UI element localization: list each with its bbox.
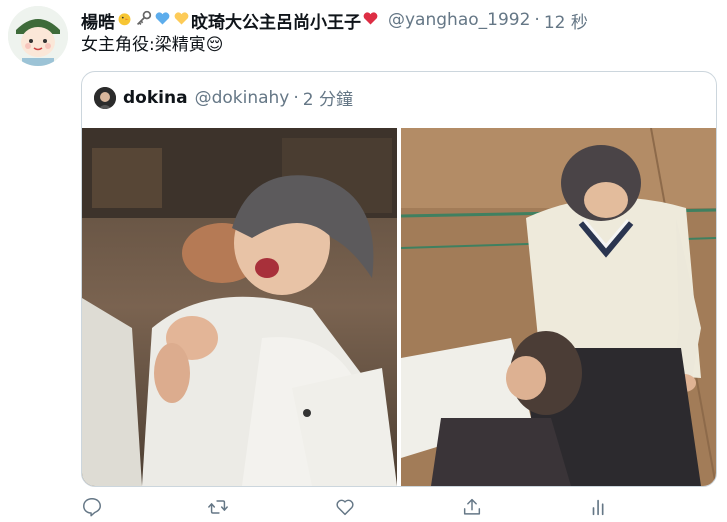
quoted-timestamp: 2 分鐘	[302, 90, 353, 110]
tweet-text: 女主角役:梁精寅😌	[81, 35, 224, 55]
quoted-handle: @dokinahy	[194, 87, 290, 108]
separator-dot: ·	[534, 10, 540, 30]
tweet-timestamp[interactable]: 12 秒	[544, 8, 588, 33]
quoted-display-name: dokina	[123, 87, 188, 108]
quoted-tweet[interactable]: dokina @dokinahy · 2 分鐘	[81, 71, 717, 487]
action-bar	[0, 496, 727, 522]
red-heart-icon	[362, 10, 379, 31]
photo-hug[interactable]	[82, 128, 397, 486]
photo-gym-floor[interactable]	[401, 128, 716, 486]
analytics-icon[interactable]	[588, 496, 612, 520]
share-icon[interactable]	[461, 496, 485, 520]
quoted-separator-dot: ·	[293, 87, 299, 108]
yellow-heart-icon	[173, 10, 190, 31]
retweet-icon[interactable]	[207, 496, 231, 520]
tweet-header: 楊晧 旼琦大公主呂尚小王子 @yanghao_1992 · 12 秒	[81, 8, 588, 33]
quoted-tweet-header: dokina @dokinahy · 2 分鐘	[94, 85, 353, 110]
key-icon	[135, 10, 152, 31]
chick-icon	[116, 10, 133, 31]
quoted-avatar	[94, 86, 116, 109]
user-handle[interactable]: @yanghao_1992	[388, 10, 530, 30]
display-name-suffix[interactable]: 旼琦大公主呂尚小王子	[191, 8, 361, 33]
avatar[interactable]	[8, 6, 68, 66]
reply-icon[interactable]	[81, 496, 105, 520]
blue-heart-icon	[154, 10, 171, 31]
like-icon[interactable]	[334, 496, 358, 520]
display-name[interactable]: 楊晧	[81, 8, 115, 33]
